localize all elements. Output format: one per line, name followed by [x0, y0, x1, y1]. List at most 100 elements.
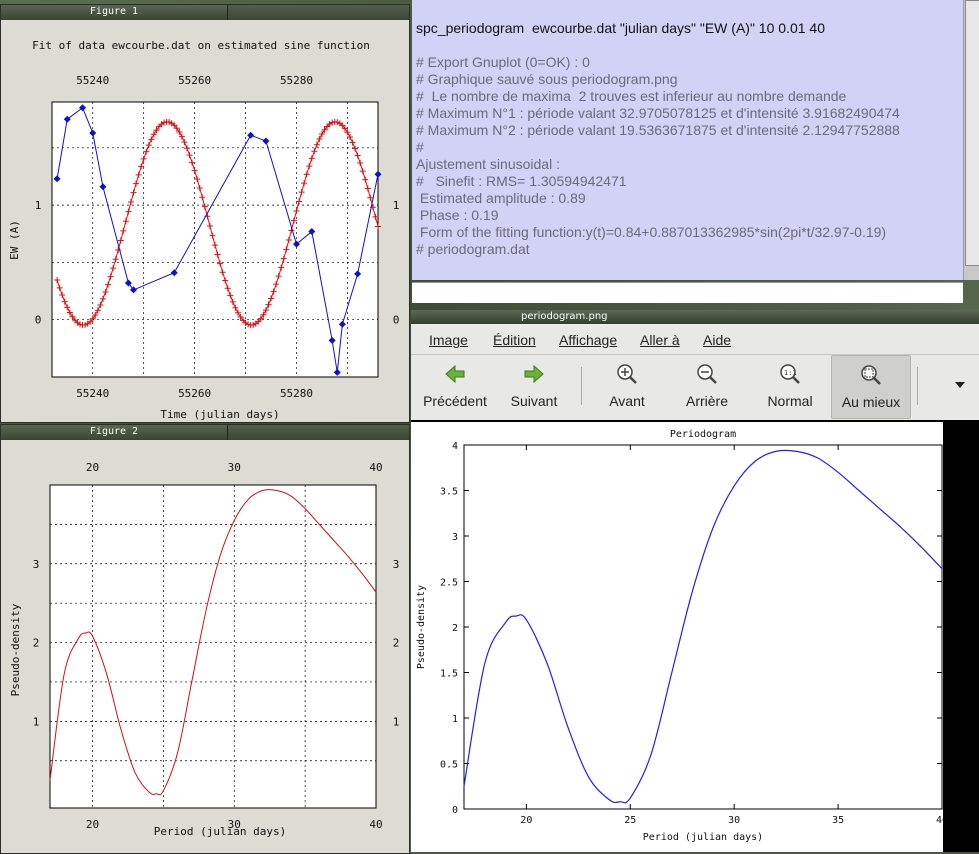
menu-aide[interactable]: Aide: [703, 332, 731, 348]
figure1-chart-title: Fit of data ewcourbe.dat on estimated si…: [32, 39, 370, 52]
figure1-top-tick-label: 55260: [178, 74, 211, 87]
image-viewer-window: periodogram.png Image Édition Affichage …: [411, 310, 979, 852]
figure1-y-tick-label: 0: [35, 314, 42, 327]
figure1-plot: Fit of data ewcourbe.dat on estimated si…: [1, 20, 409, 422]
periodogram-x-tick-label: 20: [520, 815, 532, 826]
menubar: Image Édition Affichage Aller à Aide: [411, 326, 979, 355]
figure1-right-tick-label: 1: [393, 199, 400, 212]
periodogram-y-tick-label: 1: [452, 714, 458, 725]
figure2-x-tick-label: 20: [86, 818, 99, 831]
console-line: Ajustement sinusoidal :: [416, 156, 560, 172]
figure1-titlebar[interactable]: Figure 1: [1, 5, 409, 20]
console-line: # periodogram.dat: [416, 241, 530, 257]
svg-text:1:1: 1:1: [784, 369, 797, 377]
periodogram-y-tick-label: 3: [452, 532, 458, 543]
periodogram-y-tick-label: 1.5: [440, 669, 458, 680]
periodogram-y-tick-label: 3.5: [440, 487, 458, 498]
console-line: #: [416, 139, 424, 155]
figure2-titlebar[interactable]: Figure 2: [1, 425, 409, 440]
figure1-y-label: EW (A): [8, 220, 21, 260]
zoom-out-icon: [697, 364, 717, 384]
figure1-x-tick-label: 55240: [76, 387, 109, 400]
periodogram-title: Periodogram: [670, 429, 736, 440]
best-fit-label: Au mieux: [841, 394, 901, 410]
zoom-out-button[interactable]: Arrière: [673, 355, 741, 417]
toolbar-separator: [581, 367, 582, 405]
periodogram-y-tick-label: 2.5: [440, 578, 458, 589]
console-line: # Maximum N°1 : période valant 32.970507…: [416, 105, 900, 121]
arrow-right-icon: [524, 364, 544, 384]
console-input[interactable]: [412, 282, 963, 303]
figure2-y-label: Pseudo-density: [9, 603, 22, 696]
periodogram-x-tick-label: 30: [728, 815, 740, 826]
periodogram-x-tick-label: 40: [936, 815, 943, 826]
periodogram-x-tick-label: 25: [624, 815, 636, 826]
figure1-top-tick-label: 55240: [76, 74, 109, 87]
periodogram-series-line: [463, 449, 943, 804]
toolbar-separator: [917, 367, 918, 405]
console-log: # Export Gnuplot (0=OK) : 0 # Graphique s…: [416, 54, 900, 258]
zoom-normal-icon: 1:1: [780, 364, 800, 384]
console-line: # Graphique sauvé sous periodogram.png: [416, 71, 678, 87]
figure1-y-tick-label: 1: [35, 199, 42, 212]
console-line: Estimated amplitude : 0.89: [416, 190, 586, 206]
figure2-y-tick-label: 2: [33, 637, 40, 650]
viewer-titlebar[interactable]: periodogram.png: [411, 310, 979, 324]
viewer-title: periodogram.png: [521, 311, 608, 322]
menu-aller-a[interactable]: Aller à: [640, 332, 680, 348]
figure1-x-tick-label: 55280: [280, 387, 313, 400]
console-line: # Maximum N°2 : période valant 19.536367…: [416, 122, 900, 138]
console-scrollbar[interactable]: [963, 0, 979, 280]
console-output: spc_periodogram ewcourbe.dat "julian day…: [412, 0, 963, 280]
figure1-right-tick-label: 0: [393, 314, 400, 327]
toolbar: Précédent Suivant Avant Arrière 1:1 Norm…: [411, 355, 979, 420]
zoom-in-label: Avant: [609, 393, 645, 409]
periodogram-y-tick-label: 0: [452, 805, 458, 816]
figure2-right-tick-label: 2: [393, 637, 400, 650]
periodogram-y-tick-label: 0.5: [440, 760, 458, 771]
figure2-right-tick-label: 1: [393, 715, 400, 728]
figure1-x-tick-label: 55260: [178, 387, 211, 400]
figure2-top-tick-label: 20: [86, 461, 99, 474]
periodogram-y-tick-label: 4: [452, 441, 458, 452]
console-line: # Le nombre de maxima 2 trouves est infe…: [416, 88, 847, 104]
periodogram-y-tick-label: 2: [452, 623, 458, 634]
normal-size-button[interactable]: 1:1 Normal: [755, 355, 825, 417]
figure1-window: Figure 1 Fit of data ewcourbe.dat on est…: [0, 4, 410, 423]
previous-button[interactable]: Précédent: [417, 355, 493, 417]
menu-edition[interactable]: Édition: [493, 332, 536, 348]
figure2-title: Figure 2: [89, 426, 139, 437]
next-button[interactable]: Suivant: [499, 355, 569, 417]
figure1-plot-area: [51, 101, 379, 378]
console-line: # Export Gnuplot (0=OK) : 0: [416, 54, 590, 70]
figure2-x-tick-label: 40: [369, 818, 382, 831]
best-fit-button[interactable]: Au mieux: [831, 355, 911, 419]
figure2-x-label: Period (julian days): [154, 825, 286, 838]
toolbar-overflow-icon[interactable]: [954, 381, 966, 389]
figure2-plot: 2020303040401 12 23 3Period (julian days)Ps…: [1, 440, 409, 853]
console-line: Form of the fitting function:y(t)=0.84+0…: [416, 224, 887, 240]
next-label: Suivant: [510, 393, 558, 409]
figure1-top-tick-label: 55280: [280, 74, 313, 87]
image-canvas: Periodogram 20 25 30 35 40 0 0.5 1 1.5 2 2.5 3 3.5 4 Pe…: [411, 420, 979, 852]
periodogram-x-tick-label: 35: [832, 815, 844, 826]
figure2-y-tick-label: 1: [33, 715, 40, 728]
figure2-top-tick-label: 30: [228, 461, 241, 474]
figure1-x-label: Time (julian days): [160, 408, 279, 421]
previous-label: Précédent: [423, 393, 487, 409]
menu-image[interactable]: Image: [429, 332, 468, 348]
figure2-window: Figure 2 20 20 30 30 40 40 1 1 2 2 3 3 Period (julia…: [0, 424, 410, 854]
zoom-out-label: Arrière: [685, 393, 728, 409]
figure2-y-tick-label: 3: [33, 558, 40, 571]
zoom-fit-icon: [861, 365, 881, 385]
menu-affichage[interactable]: Affichage: [559, 332, 617, 348]
periodogram-frame: [463, 444, 943, 810]
zoom-in-button[interactable]: Avant: [593, 355, 661, 417]
console-line: Phase : 0.19: [416, 207, 499, 223]
figure2-top-tick-label: 40: [369, 461, 382, 474]
zoom-in-icon: [617, 364, 637, 384]
figure2-right-tick-label: 3: [393, 558, 400, 571]
normal-size-label: Normal: [767, 393, 813, 409]
console-command: spc_periodogram ewcourbe.dat "julian day…: [416, 20, 825, 36]
arrow-left-icon: [445, 364, 465, 384]
